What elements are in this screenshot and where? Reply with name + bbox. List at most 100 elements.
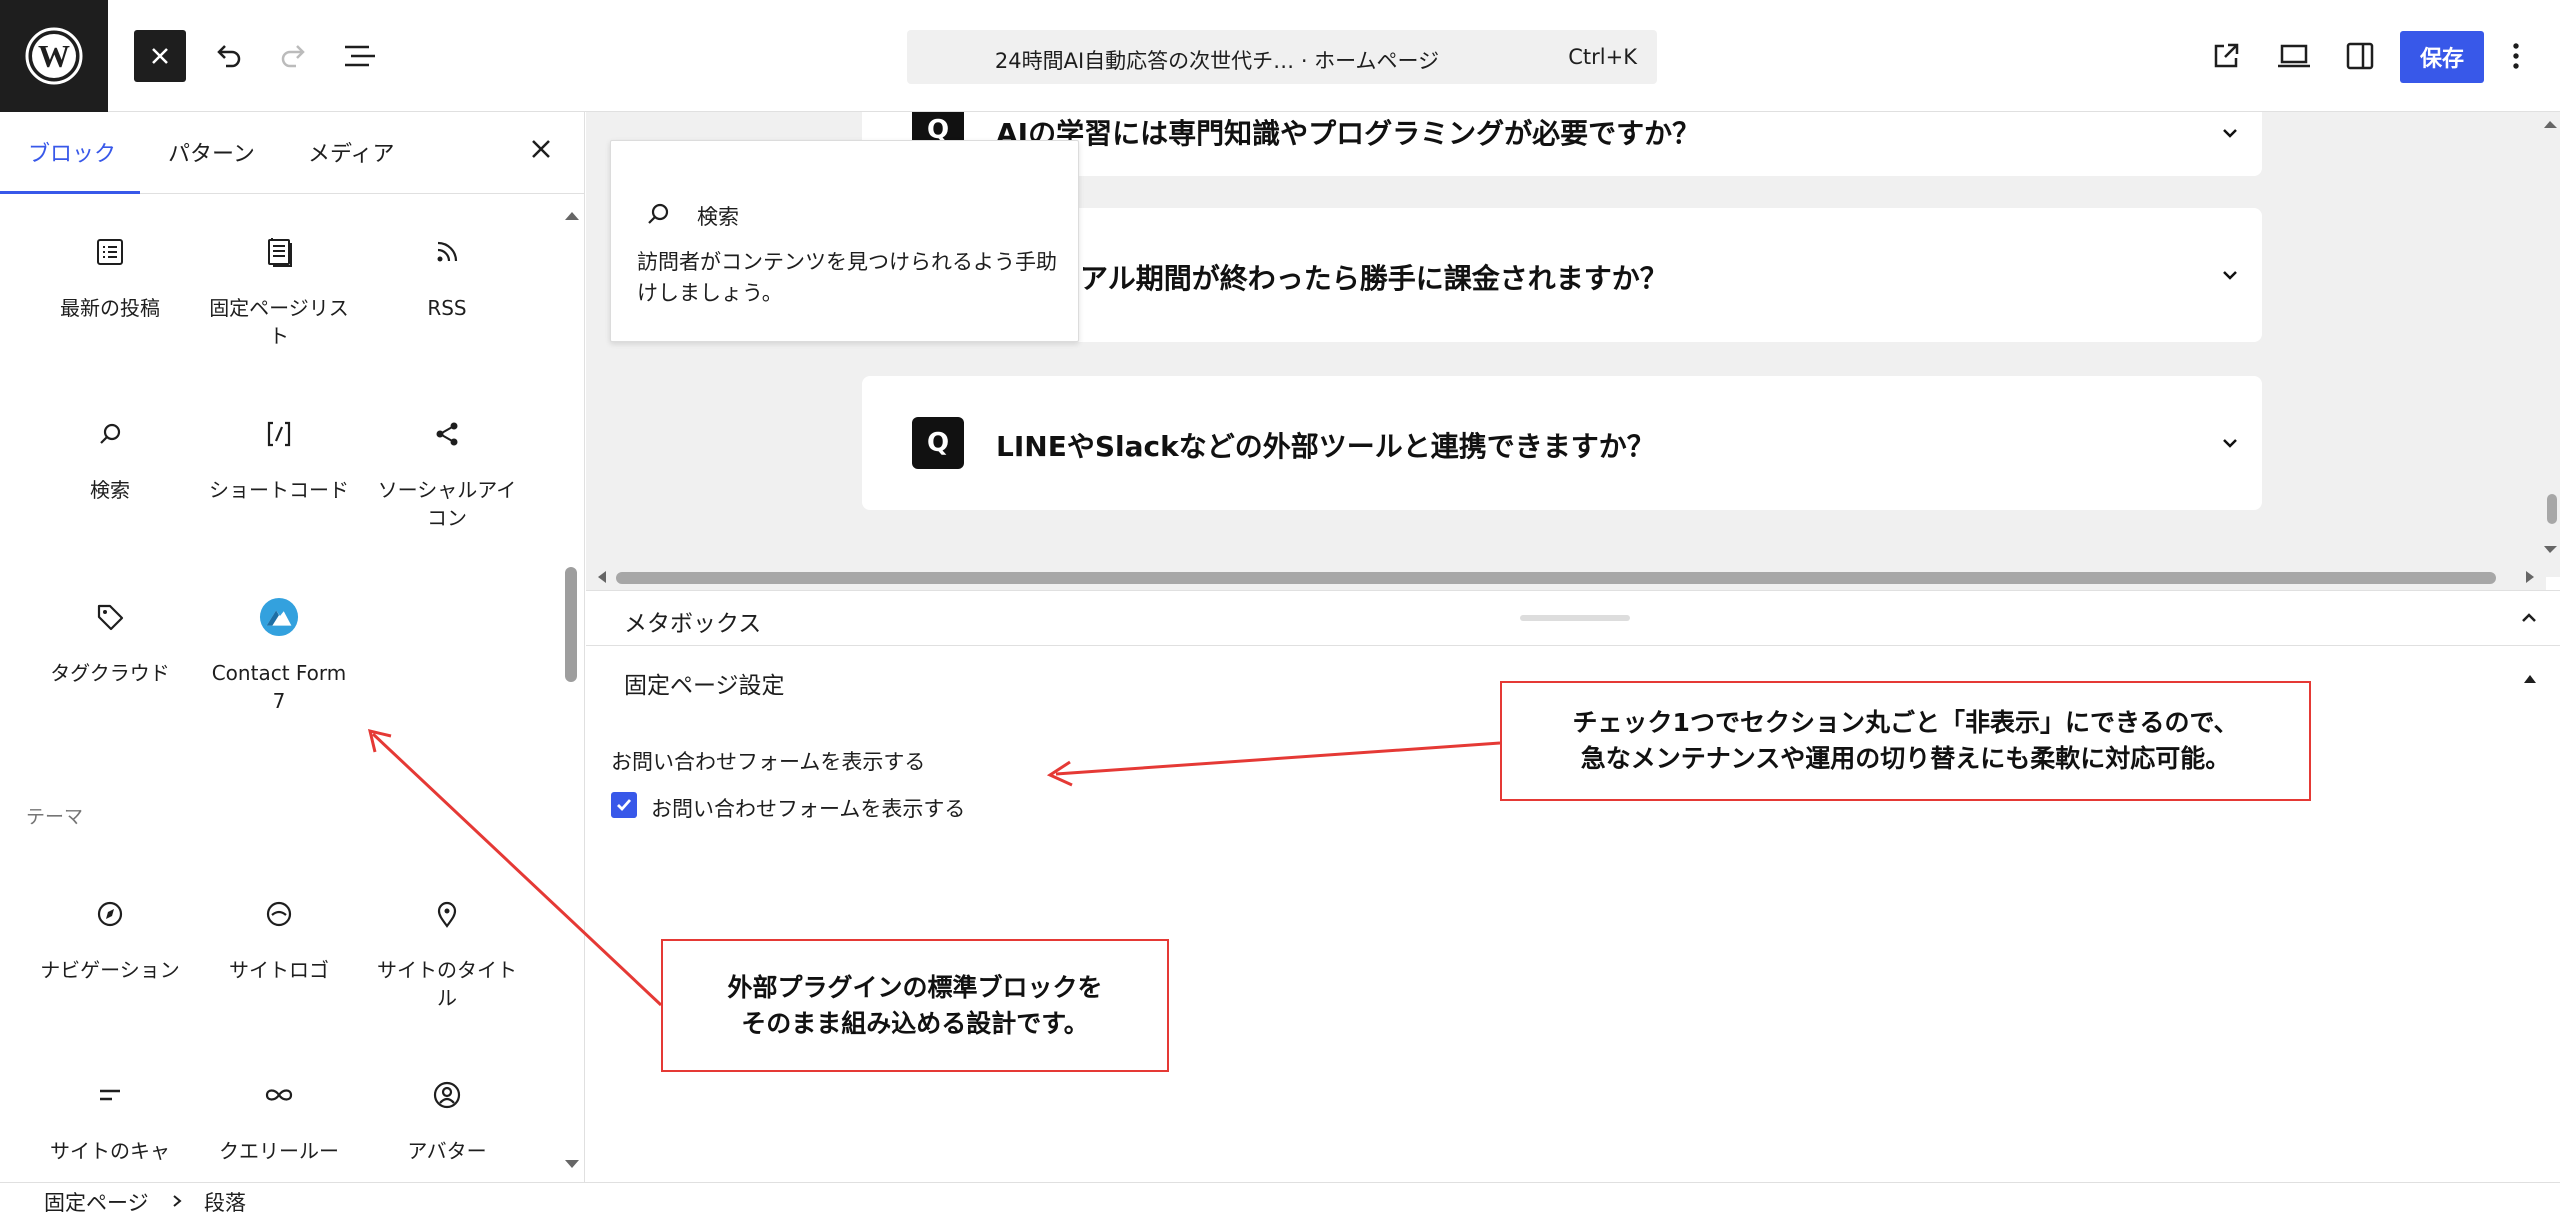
wordpress-logo-icon[interactable]: W	[0, 0, 108, 112]
faq-question: AIの学習には専門知識やプログラミングが必要ですか？	[996, 117, 1701, 150]
tag-icon	[90, 597, 130, 637]
navigation-icon	[90, 894, 130, 934]
theme-section-label: テーマ	[26, 806, 84, 828]
block-shortcode[interactable]: ショートコード	[204, 414, 354, 504]
faq-q-badge: Q	[912, 417, 964, 469]
block-site-logo[interactable]: サイトロゴ	[204, 894, 354, 984]
more-options-icon[interactable]	[2496, 30, 2536, 82]
chevron-down-icon[interactable]	[2217, 262, 2243, 288]
block-latest-posts[interactable]: 最新の投稿	[35, 232, 185, 322]
chevron-down-icon[interactable]	[2217, 430, 2243, 456]
contact-form-field-label: お問い合わせフォームを表示する	[611, 750, 926, 774]
save-button[interactable]: 保存	[2400, 31, 2484, 83]
tab-media[interactable]: メディア	[306, 136, 396, 168]
popover-title: 検索	[697, 205, 739, 229]
block-breadcrumb: 固定ページ 段落	[0, 1182, 2560, 1217]
search-icon	[648, 203, 669, 224]
block-avatar[interactable]: アバター	[372, 1075, 522, 1165]
page-list-icon	[259, 232, 299, 272]
metabox-panel-header[interactable]: メタボックス	[586, 590, 2560, 646]
svg-text:W: W	[38, 38, 70, 74]
annotation-callout-checkbox: チェック1つでセクション丸ごと「非表示」にできるので、 急なメンテナンスや運用の…	[1500, 681, 2311, 801]
popover-description: 訪問者がコンテンツを見つけられるよう手助けしましょう。	[637, 250, 1057, 305]
annotation-line: チェック1つでセクション丸ごと「非表示」にできるので、	[1572, 708, 2239, 737]
block-page-list[interactable]: 固定ページリスト	[204, 232, 354, 350]
contact-form-7-icon	[259, 597, 299, 637]
block-label: タグクラウド	[50, 661, 170, 685]
breadcrumb-item[interactable]: 段落	[204, 1187, 246, 1217]
block-label: サイトロゴ	[229, 958, 329, 982]
contact-form-checkbox-label[interactable]: お問い合わせフォームを表示する	[651, 793, 965, 823]
block-label: 最新の投稿	[60, 296, 160, 320]
collapse-triangle-icon[interactable]	[2522, 672, 2538, 686]
block-label: ナビゲーション	[40, 958, 180, 982]
document-overview-icon[interactable]	[334, 30, 386, 82]
block-navigation[interactable]: ナビゲーション	[35, 894, 185, 984]
command-shortcut: Ctrl+K	[1568, 45, 1637, 69]
block-label: クエリールー	[219, 1139, 339, 1163]
block-query-loop[interactable]: クエリールー	[204, 1075, 354, 1165]
block-preview-popover: 検索 訪問者がコンテンツを見つけられるよう手助けしましょう。	[610, 140, 1079, 342]
block-label: RSS	[427, 296, 467, 320]
faq-question: LINEやSlackなどの外部ツールと連携できますか？	[996, 430, 1655, 463]
block-inserter-panel: ブロック パターン メディア 最新の投稿 固定ページリスト RSS 検索 ショー…	[0, 112, 585, 1182]
block-contact-form-7[interactable]: Contact Form 7	[204, 597, 354, 715]
tab-patterns[interactable]: パターン	[166, 136, 257, 168]
faq-item[interactable]: Q LINEやSlackなどの外部ツールと連携できますか？	[862, 376, 2262, 510]
block-site-tagline[interactable]: サイトのキャ	[35, 1075, 185, 1165]
block-site-title[interactable]: サイトのタイトル	[372, 894, 522, 1012]
block-label: サイトのタイトル	[377, 958, 517, 1010]
page-settings-title: 固定ページ設定	[624, 673, 785, 699]
chevron-up-icon[interactable]	[2516, 605, 2542, 631]
breadcrumb-item[interactable]: 固定ページ	[44, 1187, 149, 1217]
device-preview-icon[interactable]	[2268, 30, 2320, 82]
chevron-right-icon	[173, 1195, 182, 1207]
close-inserter-button[interactable]	[134, 30, 186, 82]
active-tab-indicator	[0, 191, 140, 194]
faq-question: トライアル期間が終わったら勝手に課金されますか？	[996, 262, 1668, 295]
search-icon	[90, 414, 130, 454]
horizontal-scroll-thumb[interactable]	[616, 572, 2496, 584]
block-label: アバター	[407, 1139, 487, 1163]
shortcode-icon	[259, 414, 299, 454]
latest-posts-icon	[90, 232, 130, 272]
block-label: ショートコード	[209, 478, 349, 502]
site-logo-icon	[259, 894, 299, 934]
close-icon[interactable]	[530, 136, 552, 166]
block-label: Contact Form 7	[211, 661, 347, 713]
command-palette-bar[interactable]: 24時間AI自動応答の次世代チ… · ホームページ Ctrl+K	[907, 30, 1657, 84]
block-search[interactable]: 検索	[35, 414, 185, 504]
editor-header: W 24時間AI自動応答の次世代チ… · ホームページ Ctrl+K 保存	[0, 0, 2560, 112]
block-tag-cloud[interactable]: タグクラウド	[35, 597, 185, 687]
block-label: ソーシャルアイコン	[377, 478, 517, 530]
redo-icon[interactable]	[268, 30, 320, 82]
block-label: サイトのキャ	[50, 1139, 170, 1163]
share-icon	[427, 414, 467, 454]
tagline-icon	[90, 1075, 130, 1115]
block-social-icons[interactable]: ソーシャルアイコン	[372, 414, 522, 532]
document-title: 24時間AI自動応答の次世代チ… · ホームページ	[994, 49, 1440, 73]
resize-handle[interactable]	[1520, 615, 1630, 621]
avatar-icon	[427, 1075, 467, 1115]
map-pin-icon	[427, 894, 467, 934]
contact-form-checkbox[interactable]	[611, 792, 637, 818]
annotation-line: そのまま組み込める設計です。	[741, 1008, 1089, 1038]
block-label: 検索	[90, 478, 130, 502]
inserter-scrollbar[interactable]	[560, 200, 584, 1180]
annotation-line: 外部プラグインの標準ブロックを	[727, 972, 1103, 1002]
chevron-down-icon[interactable]	[2217, 120, 2243, 146]
block-rss[interactable]: RSS	[372, 232, 522, 322]
settings-sidebar-icon[interactable]	[2334, 30, 2386, 82]
undo-icon[interactable]	[202, 30, 254, 82]
annotation-callout-plugin: 外部プラグインの標準ブロックを そのまま組み込める設計です。	[661, 939, 1169, 1072]
loop-icon	[259, 1075, 299, 1115]
inserter-scroll-thumb[interactable]	[565, 567, 577, 682]
block-label: 固定ページリスト	[209, 296, 349, 348]
tab-blocks[interactable]: ブロック	[26, 136, 118, 168]
rss-icon	[427, 232, 467, 272]
annotation-line: 急なメンテナンスや運用の切り替えにも柔軟に対応可能。	[1580, 744, 2231, 773]
external-link-icon[interactable]	[2200, 30, 2252, 82]
inserter-tabs: ブロック パターン メディア	[0, 112, 584, 194]
vertical-scroll-thumb[interactable]	[2547, 494, 2557, 524]
metabox-title: メタボックス	[624, 611, 762, 637]
